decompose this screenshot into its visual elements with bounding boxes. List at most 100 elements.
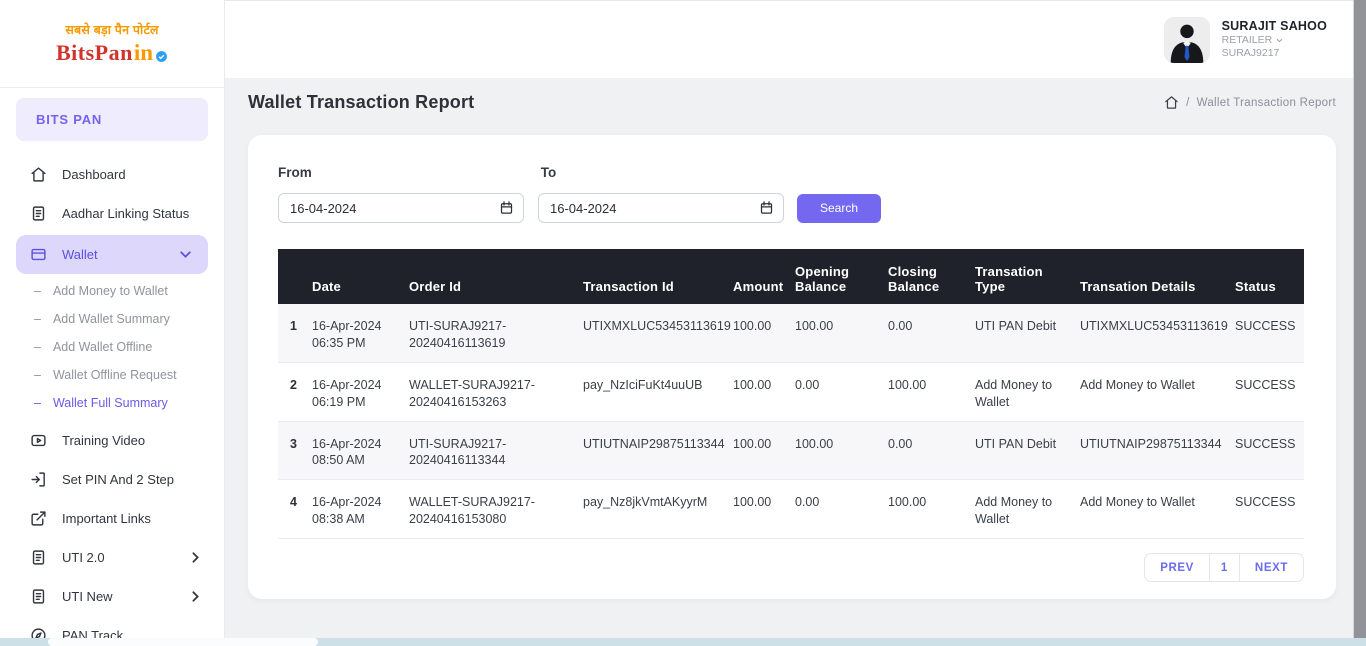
- column-header: Transaction Id: [583, 279, 674, 294]
- sidebar-subitem-add-wallet-summary[interactable]: – Add Wallet Summary: [0, 305, 224, 333]
- calendar-icon[interactable]: [759, 200, 774, 215]
- video-icon: [31, 434, 46, 447]
- chevron-right-icon: [192, 591, 199, 602]
- table-cell: pay_NzIciFuKt4uuUB: [583, 377, 703, 392]
- login-icon: [31, 472, 45, 487]
- table-cell: 16-Apr-2024 06:19 PM: [312, 377, 382, 409]
- avatar: [1163, 16, 1210, 63]
- page-number-button[interactable]: 1: [1209, 553, 1240, 582]
- document-icon: [32, 589, 45, 604]
- verified-badge-icon: [156, 50, 167, 62]
- horizontal-scrollbar-thumb[interactable]: [48, 638, 318, 646]
- column-header: Status: [1235, 279, 1276, 294]
- table-cell: 16-Apr-2024 08:50 AM: [312, 436, 382, 468]
- wallet-submenu: – Add Money to Wallet – Add Wallet Summary…: [0, 277, 224, 417]
- chevron-down-icon: [1276, 39, 1283, 43]
- sidebar-subitem-add-money-to-wallet[interactable]: – Add Money to Wallet: [0, 277, 224, 305]
- table-cell: UTI-SURAJ9217-20240416113619: [409, 319, 507, 350]
- user-profile[interactable]: SURAJIT SAHOO RETAILER SURAJ9217: [1163, 16, 1327, 63]
- next-page-button[interactable]: NEXT: [1239, 553, 1304, 582]
- table-cell: UTIUTNAIP29875113344: [1080, 436, 1222, 451]
- external-link-icon: [31, 511, 46, 526]
- breadcrumb-current: Wallet Transaction Report: [1196, 96, 1336, 109]
- brand-logo[interactable]: सबसे बड़ा पैन पोर्टल BitsPan in: [0, 0, 224, 88]
- table-row: 4 16-Apr-2024 08:38 AM WALLET-SURAJ9217-20…: [278, 480, 1304, 539]
- subitem-label: Wallet Offline Request: [52, 368, 177, 382]
- table-cell: pay_Nz8jkVmtAKyyrM: [583, 495, 708, 510]
- subitem-label: Wallet Full Summary: [52, 396, 168, 410]
- sidebar-item-important-links[interactable]: Important Links: [0, 499, 224, 538]
- page-title: Wallet Transaction Report: [248, 92, 475, 112]
- subitem-label: Add Wallet Offline: [52, 340, 153, 354]
- wallet-icon: [31, 248, 46, 261]
- brand-name: BitsPan: [55, 40, 133, 65]
- dash-bullet: –: [34, 368, 41, 382]
- prev-page-button[interactable]: PREV: [1144, 553, 1210, 582]
- table-body: 1 16-Apr-2024 06:35 PM UTI-SURAJ9217-20240…: [278, 304, 1304, 539]
- sidebar-item-label: Set PIN And 2 Step: [62, 472, 175, 487]
- brand-tagline: सबसे बड़ा पैन पोर्टल: [65, 23, 159, 37]
- table-cell: SUCCESS: [1235, 495, 1296, 510]
- sidebar-item-uti-new[interactable]: UTI New: [0, 577, 224, 616]
- table-cell: 3: [290, 436, 297, 451]
- dash-bullet: –: [34, 284, 41, 298]
- document-icon: [32, 550, 45, 565]
- table-cell: UTIUTNAIP29875113344: [583, 436, 725, 451]
- sidebar-item-wallet[interactable]: Wallet: [16, 235, 208, 274]
- report-card: From To Search Date Order Id Transaction I…: [248, 135, 1336, 599]
- table-cell: UTIXMXLUC53453113619: [583, 319, 731, 333]
- table-cell: Add Money to Wallet: [975, 495, 1053, 527]
- column-header: Amount: [733, 279, 784, 294]
- sidebar-subitem-wallet-full-summary[interactable]: – Wallet Full Summary: [0, 389, 224, 417]
- subitem-label: Add Money to Wallet: [52, 284, 168, 298]
- sidebar-subitem-wallet-offline-request[interactable]: – Wallet Offline Request: [0, 361, 224, 389]
- from-date-input[interactable]: [278, 193, 524, 223]
- table-cell: UTI PAN Debit: [975, 436, 1057, 451]
- table-cell: 100.00: [733, 495, 772, 510]
- sidebar-subitem-add-wallet-offline[interactable]: – Add Wallet Offline: [0, 333, 224, 361]
- sidebar-item-aadhar-linking-status[interactable]: Aadhar Linking Status: [0, 194, 224, 233]
- dash-bullet: –: [34, 396, 41, 410]
- column-header: [278, 249, 312, 304]
- subitem-label: Add Wallet Summary: [52, 312, 170, 326]
- table-cell: UTI PAN Debit: [975, 319, 1057, 333]
- document-icon: [32, 206, 45, 221]
- home-icon[interactable]: [1164, 95, 1179, 110]
- main-content: Wallet Transaction Report / Wallet Trans…: [225, 78, 1353, 638]
- table-cell: 0.00: [795, 495, 820, 510]
- chevron-right-icon: [192, 552, 199, 563]
- user-id: SURAJ9217: [1221, 47, 1280, 60]
- brand-suffix: in: [133, 40, 154, 65]
- calendar-icon[interactable]: [499, 200, 514, 215]
- user-name: SURAJIT SAHOO: [1221, 18, 1327, 33]
- table-cell: UTIXMXLUC53453113619: [1080, 319, 1228, 333]
- table-cell: 100.00: [733, 319, 772, 333]
- sidebar-item-uti-2[interactable]: UTI 2.0: [0, 538, 224, 577]
- to-date-input[interactable]: [538, 193, 784, 223]
- vertical-scrollbar[interactable]: [1353, 0, 1366, 646]
- table-cell: 16-Apr-2024 08:38 AM: [312, 495, 382, 527]
- pagination: PREV 1 NEXT: [278, 553, 1304, 582]
- table-cell: Add Money to Wallet: [1080, 495, 1195, 510]
- table-row: 1 16-Apr-2024 06:35 PM UTI-SURAJ9217-20240…: [278, 304, 1304, 363]
- table-cell: SUCCESS: [1235, 436, 1296, 451]
- search-button[interactable]: Search: [797, 193, 881, 223]
- breadcrumb-separator: /: [1186, 96, 1190, 109]
- sidebar-item-training-video[interactable]: Training Video: [0, 421, 224, 460]
- column-header: Date: [312, 279, 341, 294]
- breadcrumb: / Wallet Transaction Report: [1164, 95, 1336, 110]
- table-cell: 100.00: [888, 495, 927, 510]
- from-label: From: [278, 165, 312, 180]
- horizontal-scrollbar[interactable]: [0, 638, 1366, 646]
- table-cell: 100.00: [733, 436, 772, 451]
- column-header: Transation Type: [975, 264, 1043, 294]
- user-role-label: RETAILER: [1221, 34, 1273, 47]
- user-role-dropdown[interactable]: RETAILER: [1222, 34, 1327, 47]
- table-row: 3 16-Apr-2024 08:50 AM UTI-SURAJ9217-20240…: [278, 421, 1304, 480]
- table-cell: SUCCESS: [1235, 319, 1296, 333]
- sidebar-item-dashboard[interactable]: Dashboard: [0, 155, 224, 194]
- sidebar-item-set-pin[interactable]: Set PIN And 2 Step: [0, 460, 224, 499]
- column-header: Order Id: [409, 279, 462, 294]
- column-header: Closing Balance: [888, 264, 940, 294]
- sidebar: सबसे बड़ा पैन पोर्टल BitsPan in BITS PAN …: [0, 0, 225, 646]
